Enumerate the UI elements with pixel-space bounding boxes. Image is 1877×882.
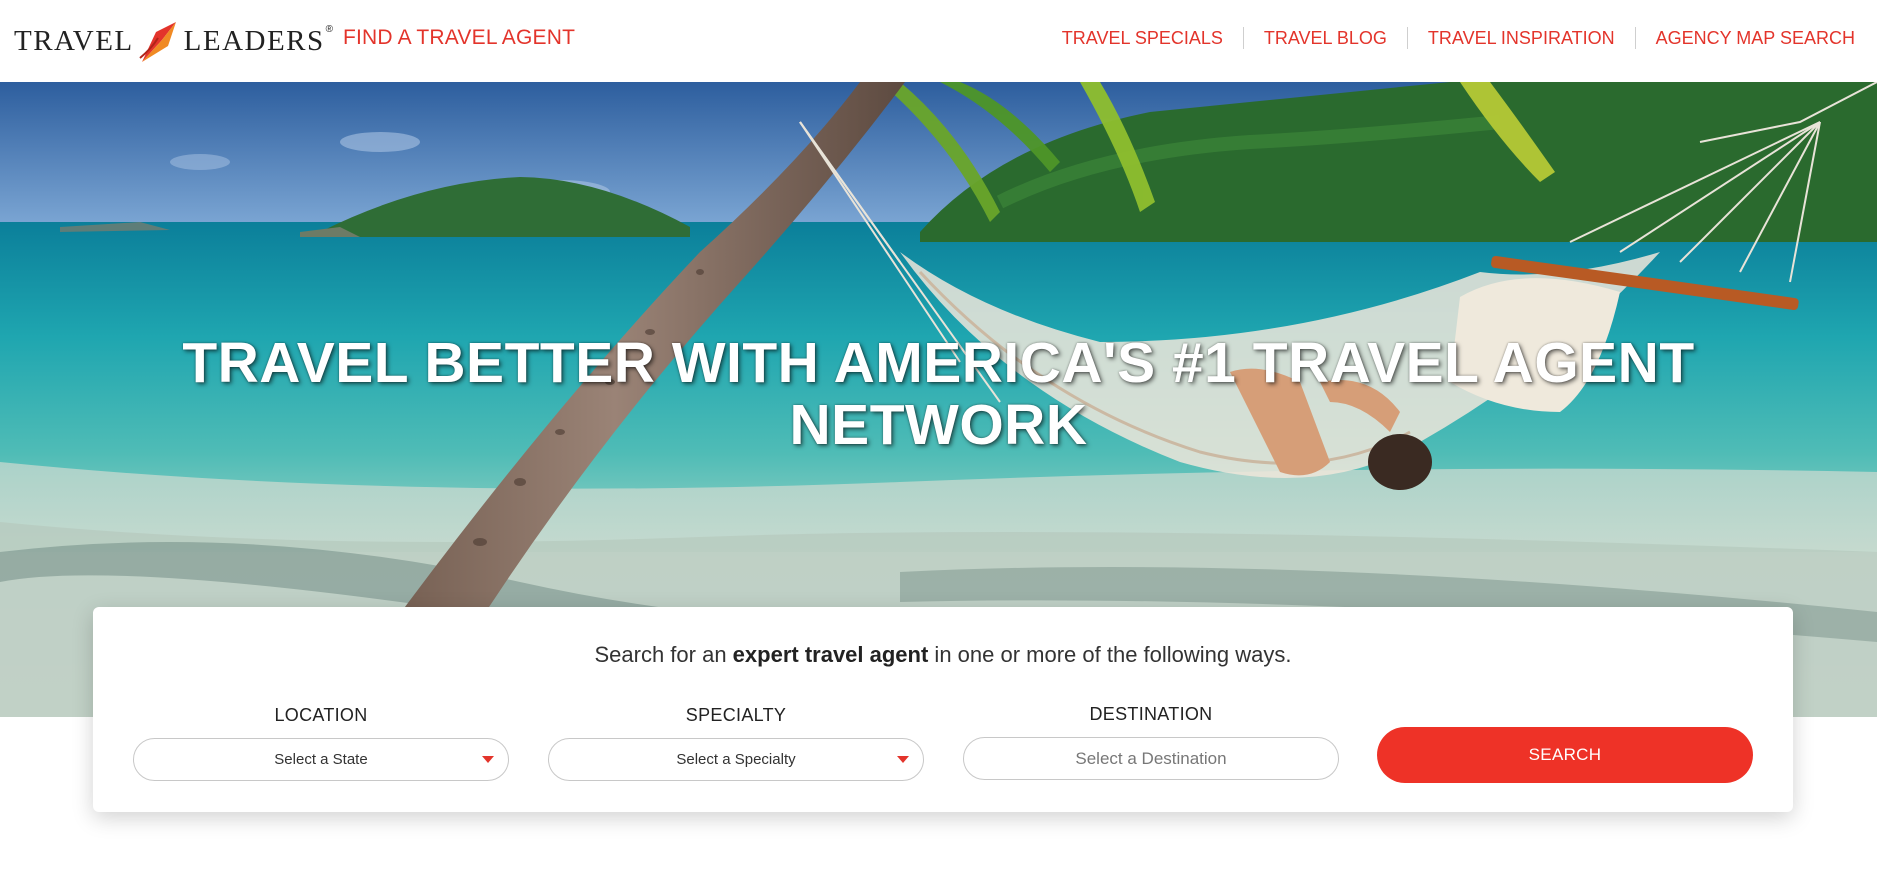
destination-label: DESTINATION (1089, 704, 1213, 724)
location-field: LOCATION Select a State (133, 705, 509, 781)
location-select-value: Select a State (274, 751, 368, 768)
location-select[interactable]: Select a State (133, 738, 509, 781)
find-travel-agent-link[interactable]: FIND A TRAVEL AGENT (343, 26, 575, 50)
location-label: LOCATION (274, 705, 368, 725)
specialty-label: SPECIALTY (685, 705, 787, 725)
travel-leaders-logo[interactable]: TRAVEL LEADERS ® (14, 18, 333, 64)
site-header: TRAVEL LEADERS ® FIND A TRAVEL AGENT TRA… (0, 0, 1877, 82)
hero-headline: TRAVEL BETTER WITH AMERICA'S #1 TRAVEL A… (182, 331, 1695, 457)
logo-word-travel: TRAVEL (14, 24, 134, 57)
nav-travel-specials[interactable]: TRAVEL SPECIALS (1042, 26, 1243, 50)
nav-travel-blog[interactable]: TRAVEL BLOG (1244, 26, 1407, 50)
logo-word-leaders: LEADERS (183, 24, 325, 57)
destination-input[interactable] (963, 737, 1339, 780)
search-button[interactable]: SEARCH (1377, 727, 1753, 783)
search-intro-text: Search for an expert travel agent in one… (93, 642, 1793, 668)
specialty-select[interactable]: Select a Specialty (548, 738, 924, 781)
caret-down-icon (897, 756, 909, 763)
specialty-field: SPECIALTY Select a Specialty (548, 705, 924, 781)
main-nav: TRAVEL SPECIALS TRAVEL BLOG TRAVEL INSPI… (1042, 26, 1855, 50)
specialty-select-value: Select a Specialty (676, 751, 796, 768)
agent-search-card: Search for an expert travel agent in one… (93, 607, 1793, 812)
nav-travel-inspiration[interactable]: TRAVEL INSPIRATION (1408, 26, 1635, 50)
nav-agency-map-search[interactable]: AGENCY MAP SEARCH (1636, 26, 1855, 50)
intro-text-bold: expert travel agent (732, 642, 929, 667)
intro-text-start: Search for an (594, 642, 733, 667)
caret-down-icon (482, 756, 494, 763)
intro-text-end: in one or more of the following ways. (928, 642, 1292, 667)
registered-mark: ® (325, 24, 334, 35)
arrow-swoosh-icon (139, 22, 176, 62)
destination-field: DESTINATION (963, 704, 1339, 780)
